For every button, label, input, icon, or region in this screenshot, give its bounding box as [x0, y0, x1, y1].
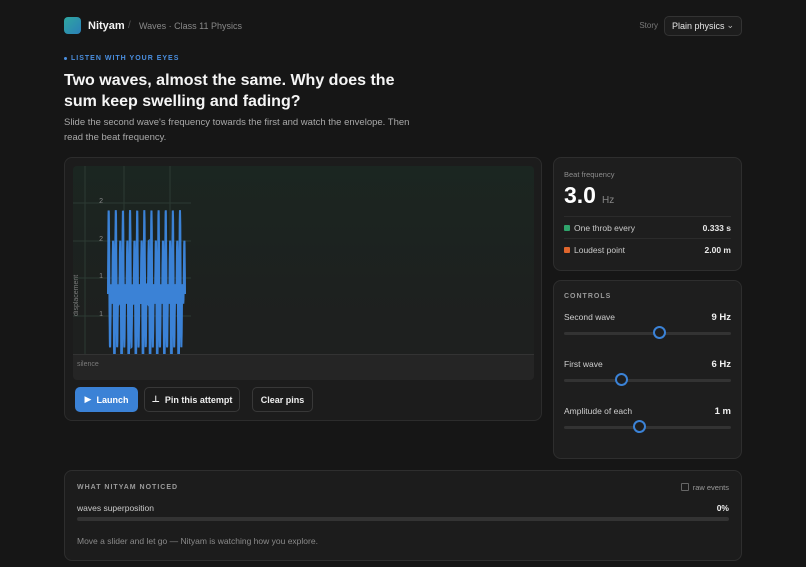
wave-plot[interactable]: 2 2 1 1 displacement silence	[73, 166, 534, 380]
y-axis-label: displacement	[73, 274, 80, 316]
first-wave-slider-thumb[interactable]	[614, 373, 628, 386]
amplitude-value: 1 m	[714, 406, 731, 417]
progress-label: waves superposition	[77, 503, 155, 513]
loudest-value: 2.00 m	[704, 245, 731, 255]
simulation-panel: 2 2 1 1 displacement silence ▶ Launch ⊥ Pin…	[64, 157, 542, 421]
beat-frequency-card: Beat frequency 3.0 Hz One throb every 0.…	[553, 157, 742, 271]
amplitude-control: Amplitude of each 1 m	[564, 406, 731, 446]
beat-frequency-label: Beat frequency	[564, 170, 615, 179]
throb-row: One throb every 0.333 s	[564, 216, 731, 238]
throb-label: One throb every	[574, 223, 635, 233]
raw-events-toggle[interactable]: raw events	[680, 483, 729, 492]
clear-label: Clear pins	[260, 394, 305, 405]
first-wave-control: First wave 6 Hz	[564, 359, 731, 399]
eyebrow: LISTEN WITH YOUR EYES	[64, 55, 179, 62]
raw-events-label: raw events	[692, 483, 729, 492]
pin-attempt-button[interactable]: ⊥ Pin this attempt	[144, 387, 240, 412]
second-wave-slider-thumb[interactable]	[653, 326, 667, 339]
amplitude-label: Amplitude of each	[564, 406, 633, 416]
first-wave-slider[interactable]	[564, 379, 731, 382]
pin-icon: ⊥	[151, 394, 160, 404]
story-select[interactable]: Plain physics ⌄	[664, 16, 742, 36]
app-logo	[64, 17, 81, 34]
throb-value: 0.333 s	[702, 223, 731, 233]
wave-canvas: 2 2 1 1	[73, 166, 191, 378]
amplitude-slider[interactable]	[564, 426, 731, 429]
play-icon: ▶	[84, 394, 92, 404]
orange-swatch-icon	[564, 247, 570, 253]
y-tick-label: 2	[99, 236, 103, 243]
controls-card: CONTROLS Second wave 9 Hz First wave 6 H…	[553, 280, 742, 459]
launch-button[interactable]: ▶ Launch	[75, 387, 138, 412]
observations-message: Move a slider and let go — Nityam is wat…	[77, 536, 318, 546]
launch-label: Launch	[96, 394, 129, 405]
progress-value: 0%	[716, 503, 729, 513]
y-tick-label: 1	[99, 311, 103, 318]
beat-frequency-unit: Hz	[602, 195, 615, 206]
amplitude-slider-thumb[interactable]	[633, 420, 647, 433]
first-wave-value: 6 Hz	[711, 359, 731, 370]
y-tick-label: 2	[99, 198, 103, 205]
page-subtitle: Slide the second wave's frequency toward…	[64, 117, 410, 143]
y-tick-label: 1	[99, 273, 103, 280]
checkbox-icon[interactable]	[680, 483, 689, 491]
first-wave-label: First wave	[564, 359, 603, 369]
eyebrow-text: LISTEN WITH YOUR EYES	[71, 55, 180, 62]
breadcrumb-separator: /	[128, 20, 131, 31]
loudest-row: Loudest point 2.00 m	[564, 238, 731, 260]
top-bar: Nityam / Waves · Class 11 Physics Story …	[64, 16, 742, 37]
beat-frequency-value: 3.0	[564, 182, 596, 208]
page-title: Two waves, almost the same. Why does the…	[64, 72, 395, 110]
loudest-label: Loudest point	[574, 245, 626, 255]
controls-title: CONTROLS	[564, 293, 612, 300]
green-swatch-icon	[564, 225, 570, 231]
second-wave-label: Second wave	[564, 312, 616, 322]
story-select-value: Plain physics	[672, 21, 725, 31]
second-wave-control: Second wave 9 Hz	[564, 312, 731, 352]
dot-icon	[64, 56, 67, 60]
silence-band: silence	[73, 354, 534, 380]
chevron-down-icon: ⌄	[726, 20, 734, 30]
wave-series-line	[107, 210, 186, 378]
observations-title: WHAT NITYAM NOTICED	[77, 484, 179, 491]
brand-name: Nityam	[88, 20, 125, 32]
story-label: Story	[639, 21, 658, 30]
silence-label: silence	[77, 361, 99, 368]
pin-label: Pin this attempt	[164, 394, 233, 405]
clear-pins-button[interactable]: Clear pins	[252, 387, 313, 412]
second-wave-value: 9 Hz	[711, 312, 731, 323]
second-wave-slider[interactable]	[564, 332, 731, 335]
observations-panel: WHAT NITYAM NOTICED raw events waves sup…	[64, 470, 742, 561]
progress-bar	[77, 517, 729, 521]
breadcrumb[interactable]: Waves · Class 11 Physics	[139, 21, 242, 31]
